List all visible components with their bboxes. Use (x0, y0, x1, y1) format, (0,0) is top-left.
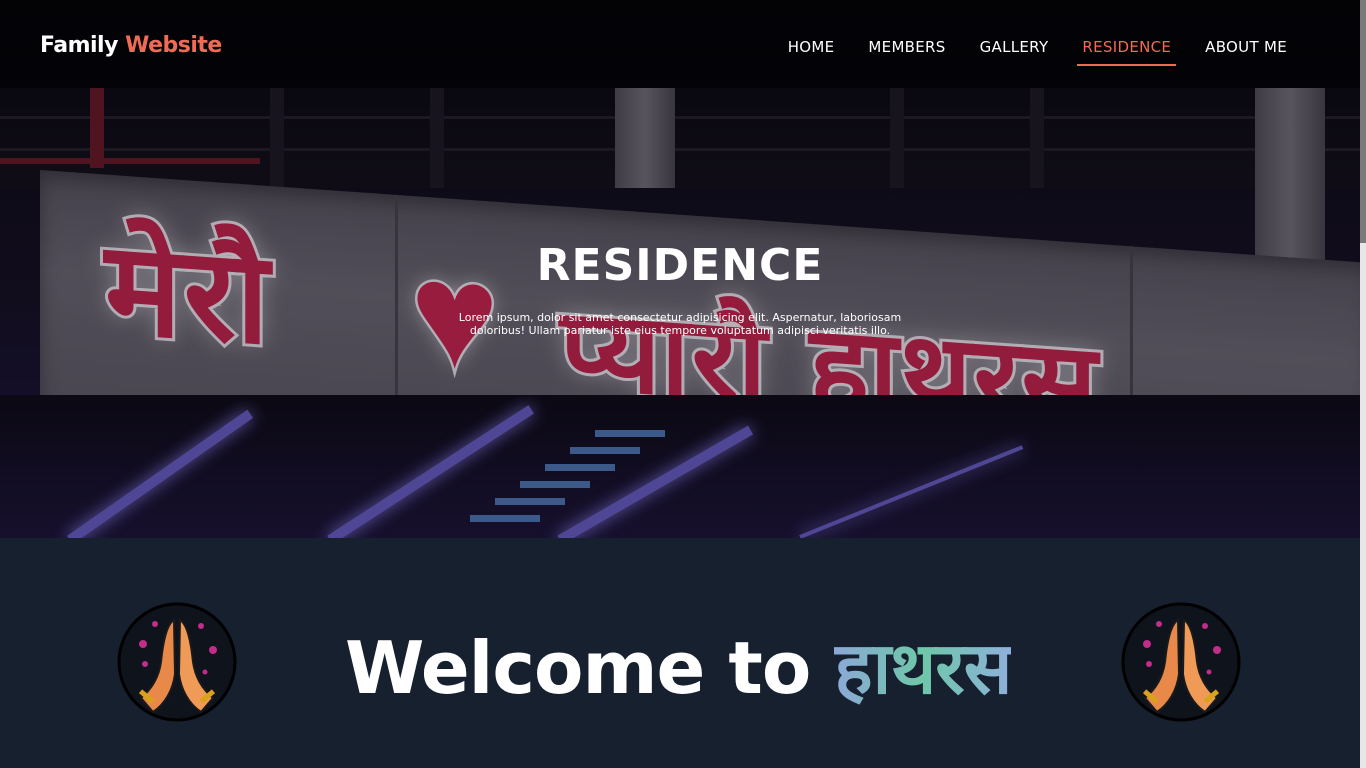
welcome-heading: Welcome to हाथरस (345, 626, 1012, 710)
navbar: Family Website HOME MEMBERS GALLERY RESI… (0, 0, 1360, 88)
welcome-section: Welcome to हाथरस (0, 538, 1360, 768)
page-scrollbar[interactable] (1360, 0, 1366, 768)
brand-name-part1: Family (40, 33, 118, 58)
scrollbar-thumb[interactable] (1360, 0, 1366, 243)
nav-item-about-me[interactable]: ABOUT ME (1188, 38, 1304, 66)
brand-name-part2: Website (125, 33, 222, 58)
hero-title: RESIDENCE (536, 240, 824, 291)
welcome-city-name: हाथरस (834, 626, 1012, 710)
nav-item-members[interactable]: MEMBERS (851, 38, 962, 66)
hero-content: RESIDENCE Lorem ipsum, dolor sit amet co… (0, 240, 1360, 337)
namaste-hands-icon (117, 602, 237, 722)
main-nav: HOME MEMBERS GALLERY RESIDENCE ABOUT ME (771, 38, 1304, 66)
nav-item-home[interactable]: HOME (771, 38, 852, 66)
nav-item-residence[interactable]: RESIDENCE (1065, 38, 1188, 66)
welcome-prefix: Welcome to (345, 626, 835, 710)
nav-item-gallery[interactable]: GALLERY (963, 38, 1066, 66)
namaste-hands-icon (1121, 602, 1241, 722)
hero-subtitle: Lorem ipsum, dolor sit amet consectetur … (458, 311, 902, 337)
brand-logo[interactable]: Family Website (40, 33, 222, 58)
